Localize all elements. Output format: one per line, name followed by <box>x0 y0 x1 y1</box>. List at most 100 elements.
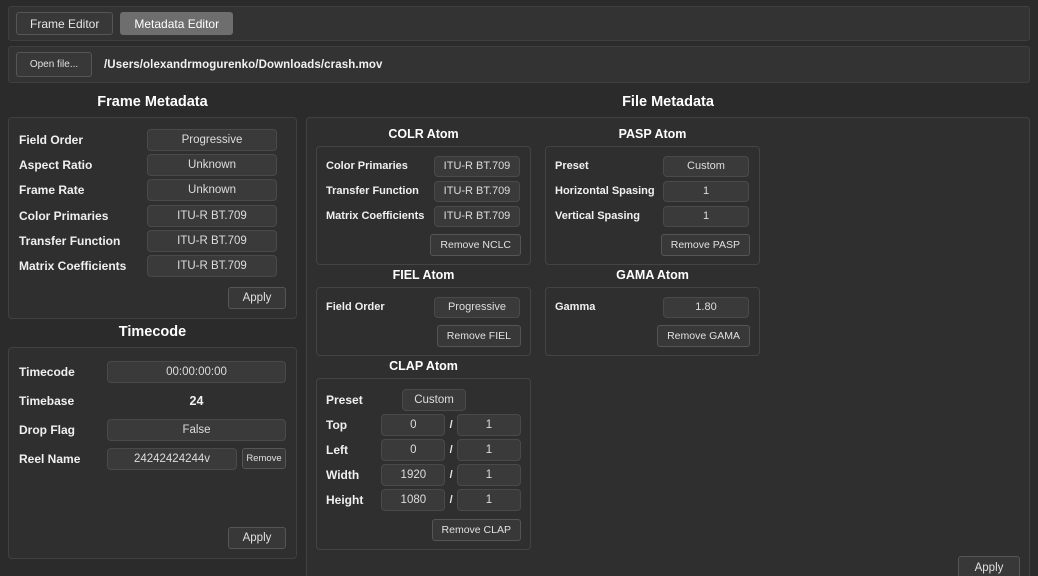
row-frame-rate: Frame Rate Unknown <box>19 178 286 203</box>
input-pasp-vertical-spacing[interactable]: 1 <box>663 205 749 227</box>
file-metadata-apply-button[interactable]: Apply <box>958 556 1020 576</box>
input-pasp-preset[interactable]: Custom <box>663 155 749 177</box>
remove-gama-label: Remove GAMA <box>667 330 740 342</box>
gama-atom-box: Gamma 1.80 Remove GAMA <box>545 287 760 356</box>
label-clap-preset: Preset <box>326 392 363 407</box>
label-transfer-function: Transfer Function <box>19 233 121 248</box>
label-timecode: Timecode <box>19 364 75 379</box>
clap-atom-column: CLAP Atom Preset Custom Top 0 / 1 Left 0… <box>316 356 531 550</box>
input-clap-width-denominator[interactable]: 1 <box>457 463 521 486</box>
input-colr-matrix-coefficients[interactable]: ITU-R BT.709 <box>434 205 520 227</box>
input-transfer-function[interactable]: ITU-R BT.709 <box>147 229 277 252</box>
input-frame-rate[interactable]: Unknown <box>147 179 277 202</box>
input-clap-top-numerator[interactable]: 0 <box>381 413 446 436</box>
input-field-order[interactable]: Progressive <box>147 128 277 151</box>
row-reel-name: Reel Name 24242424244v Remove <box>19 444 286 473</box>
label-clap-width: Width <box>326 467 360 482</box>
fiel-atom-box: Field Order Progressive Remove FIEL <box>316 287 531 356</box>
row-colr-color-primaries: Color Primaries ITU-R BT.709 <box>326 155 521 177</box>
input-reel-name[interactable]: 24242424244v <box>107 447 237 470</box>
file-metadata-panel: COLR Atom Color Primaries ITU-R BT.709 T… <box>306 117 1030 576</box>
clap-height-separator: / <box>449 493 453 506</box>
row-color-primaries: Color Primaries ITU-R BT.709 <box>19 203 286 228</box>
input-pasp-horizontal-spacing[interactable]: 1 <box>663 180 749 202</box>
input-gama-gamma[interactable]: 1.80 <box>663 296 749 318</box>
remove-nclc-button[interactable]: Remove NCLC <box>430 234 521 256</box>
label-fiel-field-order: Field Order <box>326 301 385 313</box>
row-colr-transfer-function: Transfer Function ITU-R BT.709 <box>326 180 521 202</box>
clap-width-separator: / <box>449 468 453 481</box>
value-timebase: 24 <box>189 393 204 408</box>
timecode-apply-button[interactable]: Apply <box>228 527 286 549</box>
tab-frame-editor-label: Frame Editor <box>30 16 100 31</box>
colr-atom-box: Color Primaries ITU-R BT.709 Transfer Fu… <box>316 146 531 265</box>
tab-metadata-editor-label: Metadata Editor <box>134 16 220 31</box>
clap-remove-row: Remove CLAP <box>326 519 521 541</box>
row-colr-matrix-coefficients: Matrix Coefficients ITU-R BT.709 <box>326 205 521 227</box>
atom-row-2: FIEL Atom Field Order Progressive Remove… <box>316 265 1020 356</box>
clap-top-separator: / <box>449 418 453 431</box>
tab-metadata-editor[interactable]: Metadata Editor <box>120 12 234 35</box>
label-pasp-vertical-spacing: Vertical Spasing <box>555 210 640 222</box>
input-clap-left-denominator[interactable]: 1 <box>457 438 521 461</box>
open-file-button-label: Open file... <box>29 59 79 70</box>
label-timebase: Timebase <box>19 393 75 408</box>
frame-metadata-apply-row: Apply <box>19 286 286 309</box>
gama-remove-row: Remove GAMA <box>555 325 750 347</box>
input-clap-width-numerator[interactable]: 1920 <box>381 463 446 486</box>
label-colr-matrix-coefficients: Matrix Coefficients <box>326 210 425 222</box>
row-matrix-coefficients: Matrix Coefficients ITU-R BT.709 <box>19 254 286 279</box>
fiel-atom-column: FIEL Atom Field Order Progressive Remove… <box>316 265 531 356</box>
remove-pasp-button[interactable]: Remove PASP <box>660 234 750 256</box>
input-aspect-ratio[interactable]: Unknown <box>147 153 277 176</box>
input-clap-height-denominator[interactable]: 1 <box>457 488 521 511</box>
row-timecode: Timecode 00:00:00:00 <box>19 357 286 386</box>
row-transfer-function: Transfer Function ITU-R BT.709 <box>19 228 286 253</box>
input-clap-height-numerator[interactable]: 1080 <box>381 488 446 511</box>
input-clap-preset[interactable]: Custom <box>402 388 466 411</box>
row-pasp-vertical-spacing: Vertical Spasing 1 <box>555 205 750 227</box>
main-content: Frame Metadata Field Order Progressive A… <box>8 89 1030 576</box>
remove-fiel-label: Remove FIEL <box>446 330 511 342</box>
row-clap-left: Left 0 / 1 <box>326 437 521 462</box>
remove-gama-button[interactable]: Remove GAMA <box>657 325 750 347</box>
input-color-primaries[interactable]: ITU-R BT.709 <box>147 204 277 227</box>
label-pasp-preset: Preset <box>555 160 589 172</box>
clap-atom-title: CLAP Atom <box>389 359 458 373</box>
remove-pasp-label: Remove PASP <box>670 239 740 251</box>
clap-left-separator: / <box>449 443 453 456</box>
remove-clap-label: Remove CLAP <box>441 524 511 536</box>
input-clap-left-numerator[interactable]: 0 <box>381 438 446 461</box>
input-timecode[interactable]: 00:00:00:00 <box>107 360 286 383</box>
label-drop-flag: Drop Flag <box>19 422 75 437</box>
row-pasp-preset: Preset Custom <box>555 155 750 177</box>
label-gama-gamma: Gamma <box>555 301 596 313</box>
timecode-spacer <box>19 473 286 519</box>
file-metadata-apply-label: Apply <box>974 562 1004 574</box>
remove-clap-button[interactable]: Remove CLAP <box>431 519 521 541</box>
input-fiel-field-order[interactable]: Progressive <box>434 296 520 318</box>
frame-metadata-apply-button[interactable]: Apply <box>228 286 286 309</box>
remove-fiel-button[interactable]: Remove FIEL <box>436 325 521 347</box>
clap-atom-box: Preset Custom Top 0 / 1 Left 0 / 1 Width… <box>316 378 531 550</box>
colr-atom-title: COLR Atom <box>388 127 459 141</box>
input-clap-top-denominator[interactable]: 1 <box>457 413 521 436</box>
input-drop-flag[interactable]: False <box>107 418 286 441</box>
tab-frame-editor[interactable]: Frame Editor <box>16 12 114 35</box>
open-file-button[interactable]: Open file... <box>16 52 92 77</box>
input-matrix-coefficients[interactable]: ITU-R BT.709 <box>147 255 277 278</box>
row-pasp-horizontal-spacing: Horizontal Spasing 1 <box>555 180 750 202</box>
label-clap-top: Top <box>326 417 348 432</box>
label-colr-transfer-function: Transfer Function <box>326 185 419 197</box>
row-clap-top: Top 0 / 1 <box>326 412 521 437</box>
colr-atom-column: COLR Atom Color Primaries ITU-R BT.709 T… <box>316 124 531 265</box>
input-colr-color-primaries[interactable]: ITU-R BT.709 <box>434 155 520 177</box>
row-gama-gamma: Gamma 1.80 <box>555 296 750 318</box>
timecode-apply-row: Apply <box>19 527 286 549</box>
input-colr-transfer-function[interactable]: ITU-R BT.709 <box>434 180 520 202</box>
file-path-bar: Open file... /Users/olexandrmogurenko/Do… <box>8 46 1030 83</box>
frame-metadata-panel: Field Order Progressive Aspect Ratio Unk… <box>8 117 297 319</box>
reel-name-group: 24242424244v Remove <box>107 447 286 470</box>
label-reel-name: Reel Name <box>19 451 81 466</box>
remove-reel-name-button[interactable]: Remove <box>242 448 286 469</box>
